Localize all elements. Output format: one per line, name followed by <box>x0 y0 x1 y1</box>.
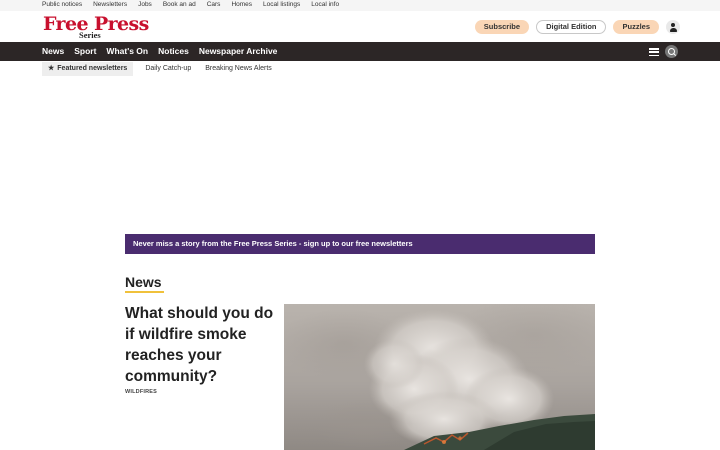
featured-newsletters-label: Featured newsletters <box>57 64 128 72</box>
nav-item-news[interactable]: News <box>42 42 64 61</box>
main-nav: News Sport What's On Notices Newspaper A… <box>0 42 720 61</box>
utility-link-local-info[interactable]: Local info <box>311 1 339 8</box>
nav-item-sport[interactable]: Sport <box>74 42 96 61</box>
newsletter-link-breaking-news-alerts[interactable]: Breaking News Alerts <box>203 65 274 72</box>
utility-links: Public notices Newsletters Jobs Book an … <box>42 1 339 8</box>
site-logo[interactable]: Free Press Series <box>43 13 149 41</box>
utility-link-homes[interactable]: Homes <box>231 1 252 8</box>
utility-link-local-listings[interactable]: Local listings <box>263 1 300 8</box>
masthead: Free Press Series Subscribe Digital Edit… <box>0 11 720 43</box>
newsletter-link-daily-catch-up[interactable]: Daily Catch-up <box>143 65 193 72</box>
nav-item-notices[interactable]: Notices <box>158 42 189 61</box>
masthead-actions: Subscribe Digital Edition Puzzles <box>474 20 680 34</box>
main-nav-items: News Sport What's On Notices Newspaper A… <box>42 42 277 61</box>
wildfire-smoke-image <box>284 304 595 450</box>
newsletter-nav: ★ Featured newsletters Daily Catch-up Br… <box>42 61 274 76</box>
lead-story-headline[interactable]: What should you do if wildfire smoke rea… <box>125 303 283 387</box>
logo-subtitle: Series <box>79 30 101 40</box>
subscribe-button[interactable]: Subscribe <box>474 20 530 34</box>
utility-link-public-notices[interactable]: Public notices <box>42 1 82 8</box>
digital-edition-button[interactable]: Digital Edition <box>536 20 607 34</box>
utility-link-newsletters[interactable]: Newsletters <box>93 1 127 8</box>
nav-item-whats-on[interactable]: What's On <box>106 42 148 61</box>
utility-bar: Public notices Newsletters Jobs Book an … <box>0 0 720 11</box>
newsletter-signup-banner[interactable]: Never miss a story from the Free Press S… <box>125 234 595 254</box>
user-icon[interactable] <box>666 20 680 34</box>
featured-newsletters-tab[interactable]: ★ Featured newsletters <box>42 61 134 76</box>
utility-link-cars[interactable]: Cars <box>207 1 221 8</box>
lead-story-image[interactable] <box>284 304 595 450</box>
section-title-underline <box>125 291 164 293</box>
star-icon: ★ <box>48 64 55 72</box>
puzzles-button[interactable]: Puzzles <box>613 20 659 34</box>
utility-link-book-an-ad[interactable]: Book an ad <box>163 1 196 8</box>
hamburger-menu-icon[interactable] <box>649 48 659 57</box>
story-topic-tag[interactable]: WILDFIRES <box>125 389 157 395</box>
utility-link-jobs[interactable]: Jobs <box>138 1 152 8</box>
search-icon[interactable] <box>665 45 678 58</box>
nav-item-newspaper-archive[interactable]: Newspaper Archive <box>199 42 278 61</box>
section-title-news[interactable]: News <box>125 274 162 290</box>
